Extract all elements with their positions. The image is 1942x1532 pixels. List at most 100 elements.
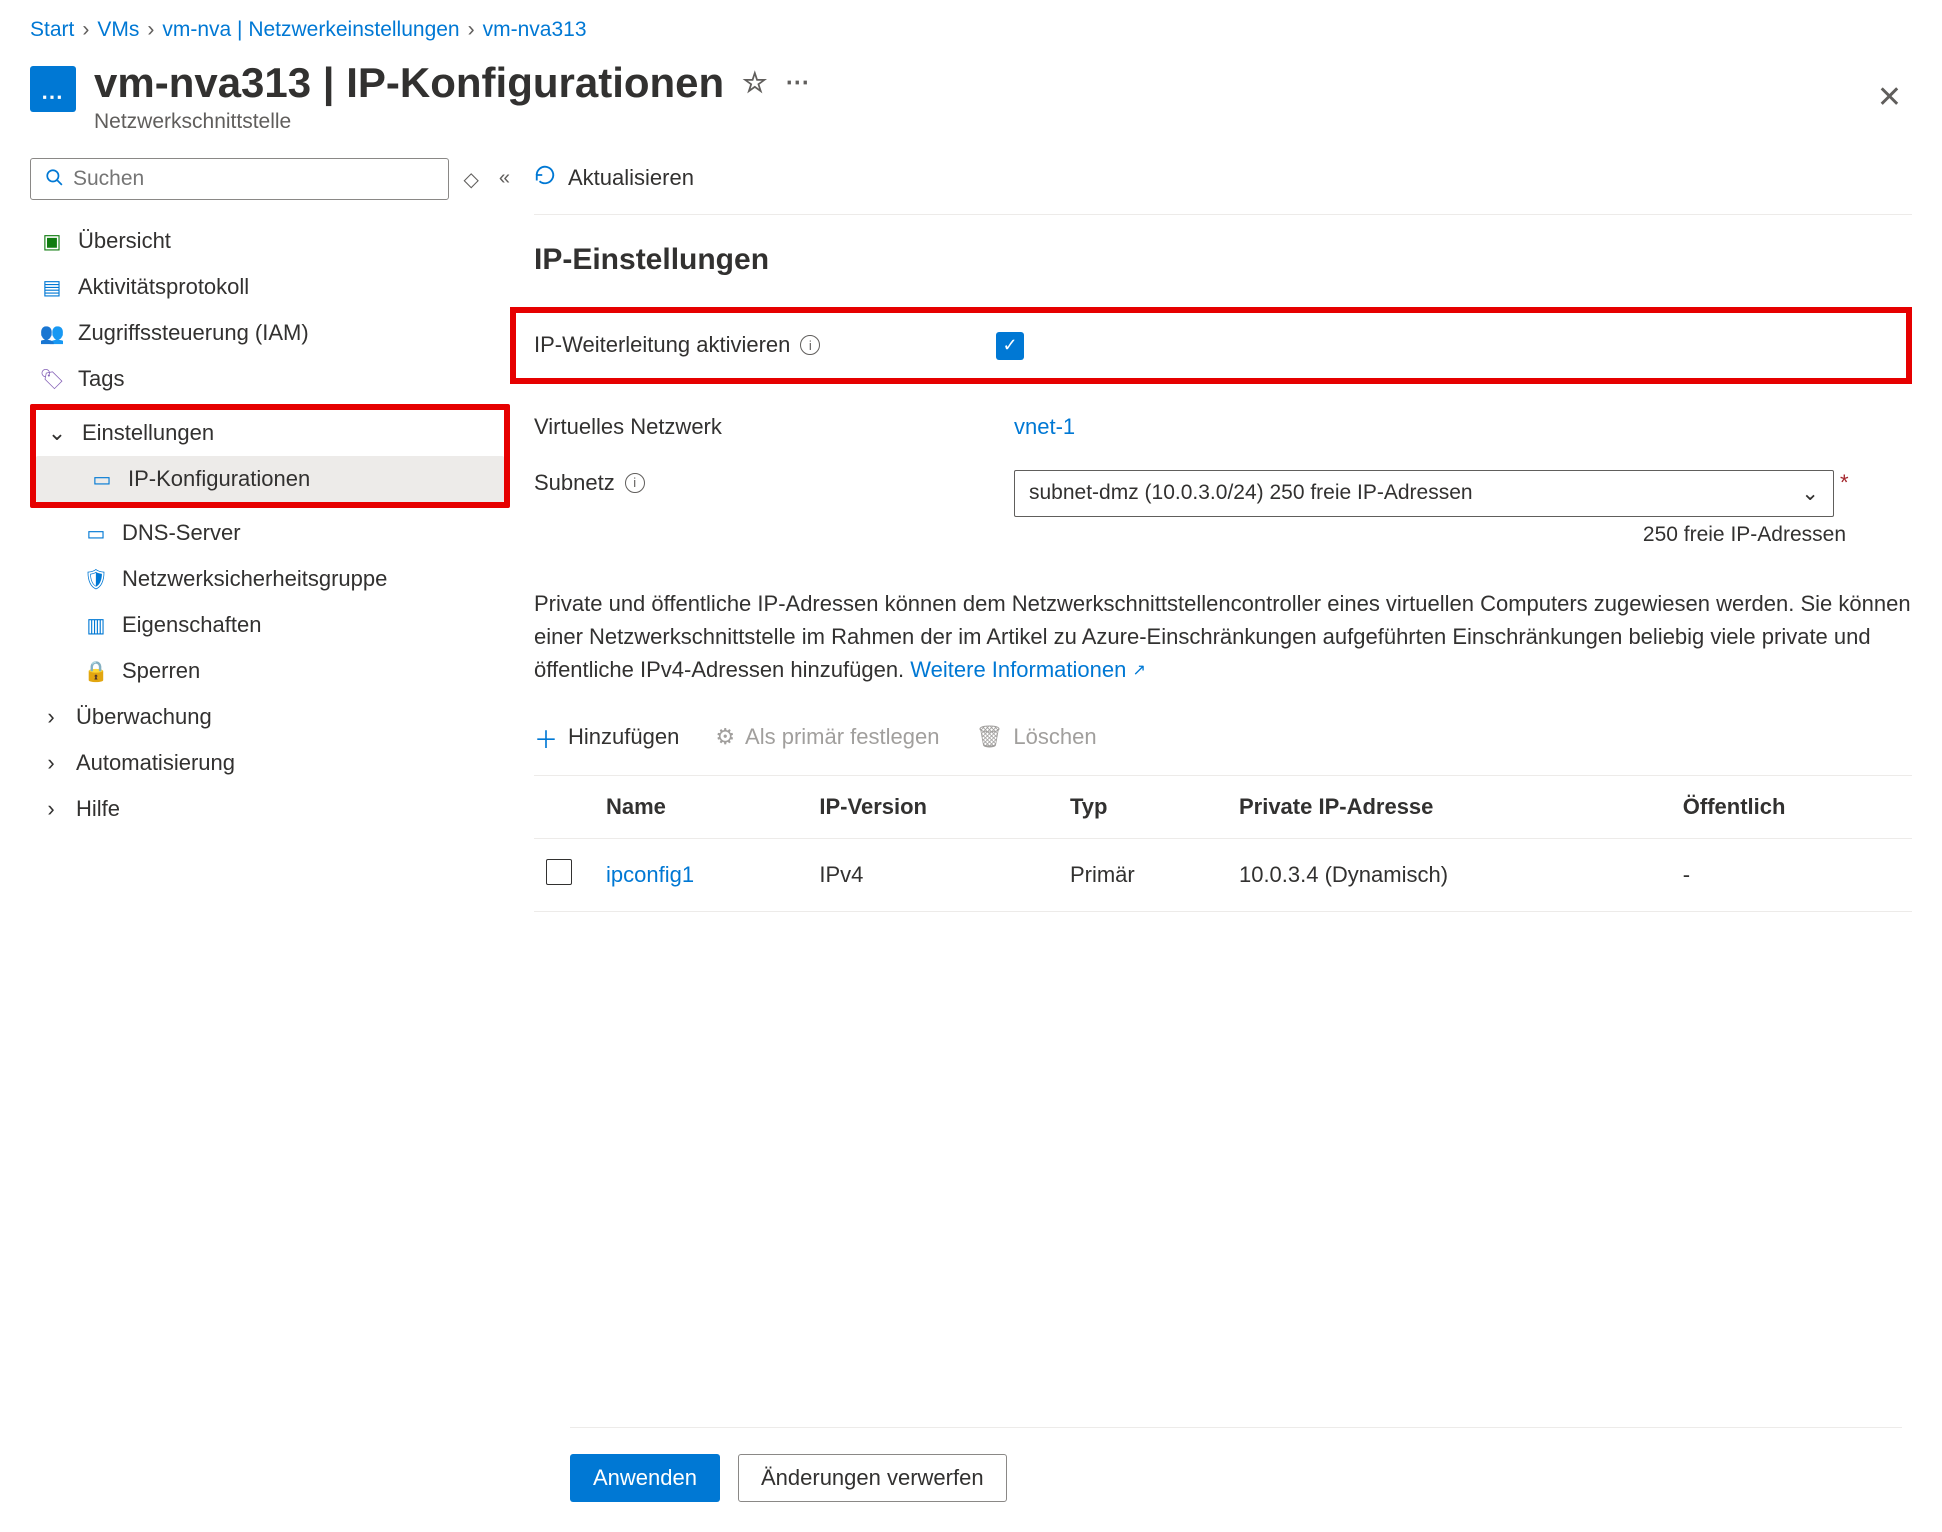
ipconfig-name-link[interactable]: ipconfig1 (606, 862, 694, 887)
sidebar-group-automation[interactable]: › Automatisierung (30, 740, 510, 786)
ip-forwarding-checkbox[interactable]: ✓ (996, 332, 1024, 360)
page-title: vm-nva313 | IP-Konfigurationen (94, 60, 724, 106)
dns-icon: ▭ (84, 521, 108, 545)
subnet-select[interactable]: subnet-dmz (10.0.3.0/24) 250 freie IP-Ad… (1014, 470, 1834, 517)
add-ipconfig-button[interactable]: ＋ Hinzufügen (534, 720, 679, 755)
main-content: Aktualisieren IP-Einstellungen IP-Weiter… (534, 158, 1912, 912)
page-subtitle: Netzwerkschnittstelle (94, 110, 1912, 134)
info-icon[interactable]: i (800, 335, 820, 355)
cell-ipversion: IPv4 (807, 838, 1058, 911)
collapse-sidebar-icon[interactable]: « (499, 167, 510, 192)
subnet-helper-text: 250 freie IP-Adressen (1014, 523, 1846, 547)
sidebar-item-overview[interactable]: ▣ Übersicht (30, 218, 510, 264)
col-name[interactable]: Name (594, 775, 807, 838)
sidebar-search[interactable] (30, 158, 449, 200)
learn-more-link[interactable]: Weitere Informationen ↗ (910, 657, 1146, 682)
table-row[interactable]: ipconfig1 IPv4 Primär 10.0.3.4 (Dynamisc… (534, 838, 1912, 911)
chevron-right-icon: › (40, 704, 62, 730)
sidebar-item-activity-log[interactable]: ▤ Aktivitätsprotokoll (30, 264, 510, 310)
sidebar-item-label: Aktivitätsprotokoll (78, 274, 249, 300)
col-private-ip[interactable]: Private IP-Adresse (1227, 775, 1671, 838)
chevron-down-icon: ⌄ (46, 420, 68, 446)
highlight-ip-forwarding: IP-Weiterleitung aktivieren i ✓ (510, 307, 1912, 384)
sidebar-item-nsg[interactable]: 🛡 Netzwerksicherheitsgruppe (30, 556, 510, 602)
lock-icon: 🔒 (84, 659, 108, 683)
sidebar-nav: ◇ « ▣ Übersicht ▤ Aktivitätsprotokoll 👥 … (30, 158, 510, 912)
sidebar-group-settings[interactable]: ⌄ Einstellungen (36, 410, 504, 456)
activity-log-icon: ▤ (40, 275, 64, 299)
sidebar-item-label: DNS-Server (122, 520, 241, 546)
sidebar-item-label: Eigenschaften (122, 612, 261, 638)
apply-button[interactable]: Anwenden (570, 1454, 720, 1502)
cell-public-ip: - (1671, 838, 1912, 911)
chevron-right-icon: › (147, 18, 154, 42)
sidebar-item-label: Übersicht (78, 228, 171, 254)
sidebar-group-help[interactable]: › Hilfe (30, 786, 510, 832)
sidebar-item-properties[interactable]: ▥ Eigenschaften (30, 602, 510, 648)
ip-config-icon: ▭ (90, 467, 114, 491)
overview-icon: ▣ (40, 229, 64, 253)
highlight-settings-group: ⌄ Einstellungen ▭ IP-Konfigurationen (30, 404, 510, 508)
sidebar-item-label: Sperren (122, 658, 200, 684)
sidebar-item-label: Tags (78, 366, 124, 392)
sidebar-item-tags[interactable]: 🏷 Tags (30, 356, 510, 402)
breadcrumb-link[interactable]: vm-nva | Netzwerkeinstellungen (162, 18, 459, 42)
blade-toolbar: Aktualisieren (534, 158, 1912, 215)
plus-icon: ＋ (534, 720, 558, 755)
close-blade-icon[interactable]: ✕ (1877, 80, 1902, 115)
chevron-right-icon: › (82, 18, 89, 42)
section-title-ip-settings: IP-Einstellungen (534, 243, 1912, 277)
blade-footer: Anwenden Änderungen verwerfen (570, 1427, 1902, 1502)
cell-type: Primär (1058, 838, 1227, 911)
row-checkbox[interactable] (546, 859, 572, 885)
more-menu-icon[interactable]: ⋯ (785, 70, 811, 96)
trash-icon: 🗑 (975, 724, 1003, 750)
tag-icon: 🏷 (40, 367, 64, 391)
vnet-label: Virtuelles Netzwerk (534, 414, 722, 440)
delete-ipconfig-button: 🗑 Löschen (975, 724, 1096, 750)
discard-button[interactable]: Änderungen verwerfen (738, 1454, 1007, 1502)
search-icon (45, 168, 63, 191)
expand-collapse-icon[interactable]: ◇ (463, 167, 478, 192)
properties-icon: ▥ (84, 613, 108, 637)
ipconfig-toolbar: ＋ Hinzufügen ⚙ Als primär festlegen 🗑 Lö… (534, 710, 1912, 775)
sidebar-group-label: Hilfe (76, 796, 120, 822)
iam-icon: 👥 (40, 321, 64, 345)
col-public-ip[interactable]: Öffentlich (1671, 775, 1912, 838)
sidebar-item-ip-configurations[interactable]: ▭ IP-Konfigurationen (36, 456, 504, 502)
info-icon[interactable]: i (625, 473, 645, 493)
sidebar-item-label: IP-Konfigurationen (128, 466, 310, 492)
chevron-right-icon: › (40, 750, 62, 776)
search-input[interactable] (73, 167, 434, 191)
sidebar-item-locks[interactable]: 🔒 Sperren (30, 648, 510, 694)
cell-private-ip: 10.0.3.4 (Dynamisch) (1227, 838, 1671, 911)
sidebar-group-label: Einstellungen (82, 420, 214, 446)
chevron-right-icon: › (40, 796, 62, 822)
subnet-label: Subnetz (534, 470, 615, 496)
network-interface-icon (30, 66, 76, 112)
refresh-icon[interactable] (534, 164, 556, 192)
col-type[interactable]: Typ (1058, 775, 1227, 838)
vnet-link[interactable]: vnet-1 (1014, 414, 1075, 439)
breadcrumb-link[interactable]: Start (30, 18, 74, 42)
sidebar-item-label: Netzwerksicherheitsgruppe (122, 566, 387, 592)
ipconfig-table: Name IP-Version Typ Private IP-Adresse Ö… (534, 775, 1912, 912)
breadcrumb-link[interactable]: VMs (97, 18, 139, 42)
set-primary-button: ⚙ Als primär festlegen (715, 724, 939, 750)
shield-icon: 🛡 (84, 567, 108, 591)
breadcrumb-link[interactable]: vm-nva313 (483, 18, 587, 42)
subnet-select-value: subnet-dmz (10.0.3.0/24) 250 freie IP-Ad… (1029, 481, 1473, 505)
breadcrumb: Start › VMs › vm-nva | Netzwerkeinstellu… (30, 18, 1912, 42)
sidebar-item-label: Zugriffssteuerung (IAM) (78, 320, 309, 346)
col-ipversion[interactable]: IP-Version (807, 775, 1058, 838)
sidebar-item-iam[interactable]: 👥 Zugriffssteuerung (IAM) (30, 310, 510, 356)
refresh-button[interactable]: Aktualisieren (568, 165, 694, 191)
sidebar-group-label: Überwachung (76, 704, 212, 730)
sidebar-item-dns-servers[interactable]: ▭ DNS-Server (30, 510, 510, 556)
page-header: vm-nva313 | IP-Konfigurationen ☆ ⋯ Netzw… (30, 60, 1912, 134)
sidebar-group-monitoring[interactable]: › Überwachung (30, 694, 510, 740)
external-link-icon: ↗ (1132, 662, 1145, 679)
ip-config-description: Private und öffentliche IP-Adressen könn… (534, 587, 1912, 686)
favorite-star-icon[interactable]: ☆ (742, 68, 767, 99)
gear-icon: ⚙ (715, 724, 735, 750)
